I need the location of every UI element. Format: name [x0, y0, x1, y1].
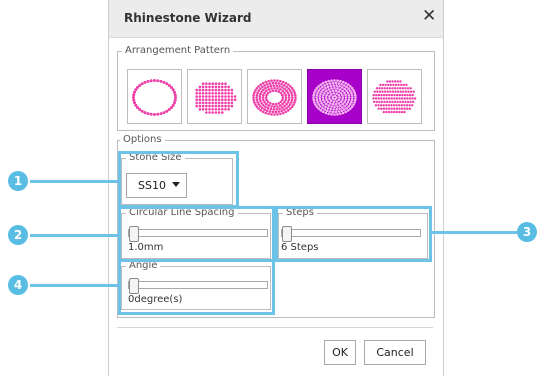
callout-line-2 — [30, 234, 120, 237]
pattern-filled-grid[interactable] — [187, 69, 242, 124]
close-icon[interactable]: ✕ — [422, 8, 436, 25]
arrangement-pattern-label: Arrangement Pattern — [122, 45, 234, 57]
arrangement-pattern-group: Arrangement Pattern — [117, 45, 435, 131]
callout-line-3 — [430, 231, 520, 234]
filled-grid-icon — [195, 82, 237, 114]
concentric-ring-icon — [252, 79, 297, 116]
callout-box-3 — [275, 206, 432, 262]
pattern-concentric-ring[interactable] — [247, 69, 302, 124]
footer-divider — [117, 327, 433, 328]
pattern-concentric-fill[interactable] — [307, 69, 362, 124]
callout-badge-4: 4 — [8, 275, 28, 295]
callout-box-1 — [118, 151, 239, 208]
pattern-outline-ring[interactable] — [127, 69, 182, 124]
callout-line-1 — [30, 180, 120, 183]
title-bar: Rhinestone Wizard ✕ — [109, 0, 443, 38]
stripes-icon — [372, 80, 417, 114]
callout-badge-3: 3 — [517, 222, 537, 242]
concentric-fill-icon — [312, 79, 357, 116]
callout-badge-1: 1 — [8, 171, 28, 191]
cancel-button[interactable]: Cancel — [364, 340, 426, 365]
callout-badge-2: 2 — [8, 225, 28, 245]
outline-ring-icon — [132, 79, 177, 116]
callout-line-4 — [30, 284, 120, 287]
ok-button[interactable]: OK — [324, 340, 356, 365]
pattern-stripes[interactable] — [367, 69, 422, 124]
callout-box-2 — [118, 206, 275, 262]
dialog-title: Rhinestone Wizard — [124, 11, 252, 25]
options-label: Options — [120, 134, 165, 146]
callout-box-4 — [118, 259, 275, 315]
